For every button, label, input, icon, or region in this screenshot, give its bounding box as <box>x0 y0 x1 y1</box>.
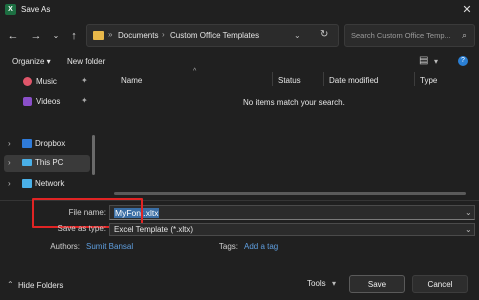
chevron-down-icon[interactable]: ⌄ <box>465 225 472 234</box>
save-as-type-select[interactable]: Excel Template (*.xltx) ⌄ <box>109 223 475 236</box>
file-list-scrollbar[interactable] <box>114 192 466 195</box>
chevron-down-icon[interactable]: ⌄ <box>465 208 472 217</box>
pin-icon[interactable]: ✦ <box>81 96 88 105</box>
cancel-button[interactable]: Cancel <box>412 275 468 293</box>
column-divider[interactable] <box>414 72 415 86</box>
sidebar-item-network[interactable]: › Network <box>4 178 90 195</box>
save-as-type-label: Save as type: <box>57 224 106 233</box>
close-icon[interactable]: ✕ <box>459 2 475 18</box>
breadcrumb-separator: » <box>108 30 113 39</box>
save-as-type-value: Excel Template (*.xltx) <box>114 225 193 234</box>
sidebar-item-this-pc[interactable]: › This PC <box>4 155 90 172</box>
hide-folders-label: Hide Folders <box>18 281 64 290</box>
address-bar[interactable]: » Documents › Custom Office Templates ⌄ … <box>86 24 339 47</box>
dropbox-icon <box>22 139 32 148</box>
sidebar-item-label: Videos <box>36 97 61 106</box>
column-header-status[interactable]: Status <box>278 76 301 85</box>
empty-message: No items match your search. <box>243 98 345 107</box>
back-arrow-icon[interactable]: ← <box>5 28 21 44</box>
tags-input[interactable]: Add a tag <box>244 242 278 251</box>
chevron-right-icon[interactable]: › <box>8 158 11 167</box>
music-icon <box>23 77 32 86</box>
sidebar-item-videos[interactable]: Videos ✦ <box>8 96 93 113</box>
sidebar-item-label: Dropbox <box>35 139 66 148</box>
column-divider[interactable] <box>323 72 324 86</box>
folder-icon <box>93 31 104 40</box>
column-header-name[interactable]: Name <box>121 76 142 85</box>
save-button[interactable]: Save <box>349 275 405 293</box>
network-icon <box>22 179 32 188</box>
sidebar-scrollbar[interactable] <box>92 135 95 175</box>
help-icon[interactable]: ? <box>458 56 468 66</box>
chevron-up-icon: ⌃ <box>7 280 14 289</box>
hide-folders-toggle[interactable]: ⌃ Hide Folders <box>4 280 74 292</box>
chevron-right-icon[interactable]: › <box>8 179 11 188</box>
view-options-chevron-icon[interactable]: ▾ <box>434 57 438 66</box>
tags-label: Tags: <box>218 242 238 251</box>
pc-icon <box>22 159 32 166</box>
chevron-down-icon: ▾ <box>332 279 337 288</box>
column-header-type[interactable]: Type <box>420 76 437 85</box>
videos-icon <box>23 97 32 106</box>
view-options-icon[interactable]: ▤ <box>419 55 428 66</box>
authors-label: Authors: <box>50 242 80 251</box>
breadcrumb-documents[interactable]: Documents <box>118 31 158 40</box>
sidebar-item-label: Network <box>35 179 65 188</box>
tools-label: Tools <box>307 279 326 288</box>
column-header-date-modified[interactable]: Date modified <box>329 76 378 85</box>
sidebar-item-music[interactable]: Music ✦ <box>8 76 93 93</box>
title-bar <box>0 0 479 20</box>
new-folder-button[interactable]: New folder <box>67 57 105 66</box>
recent-locations-chevron-icon[interactable]: ⌄ <box>48 28 64 44</box>
authors-value[interactable]: Sumit Bansal <box>86 242 133 251</box>
sidebar-item-dropbox[interactable]: › Dropbox <box>4 138 90 155</box>
window-title: Save As <box>21 5 51 14</box>
search-box[interactable]: Search Custom Office Temp... ⌕ <box>344 24 475 47</box>
column-divider[interactable] <box>272 72 273 86</box>
pin-icon[interactable]: ✦ <box>81 76 88 85</box>
chevron-right-icon: › <box>162 30 165 39</box>
breadcrumb-custom-office-templates[interactable]: Custom Office Templates <box>170 31 259 40</box>
up-arrow-icon[interactable]: ↑ <box>66 28 82 44</box>
search-input[interactable]: Search Custom Office Temp... <box>351 31 451 40</box>
tools-button[interactable]: Tools ▾ <box>304 278 344 290</box>
sidebar-item-label: This PC <box>35 158 64 167</box>
file-name-field[interactable]: MyFont.xltx ⌄ <box>109 205 475 220</box>
forward-arrow-icon[interactable]: → <box>28 28 44 44</box>
refresh-icon[interactable]: ↻ <box>320 29 328 40</box>
sidebar-item-label: Music <box>36 77 57 86</box>
chevron-right-icon[interactable]: › <box>8 139 11 148</box>
chevron-down-icon[interactable]: ⌄ <box>294 31 301 40</box>
organize-button[interactable]: Organize ▾ <box>12 57 51 66</box>
search-icon[interactable]: ⌕ <box>462 30 467 41</box>
excel-icon: X <box>5 4 16 15</box>
sort-up-icon: ^ <box>193 68 197 75</box>
